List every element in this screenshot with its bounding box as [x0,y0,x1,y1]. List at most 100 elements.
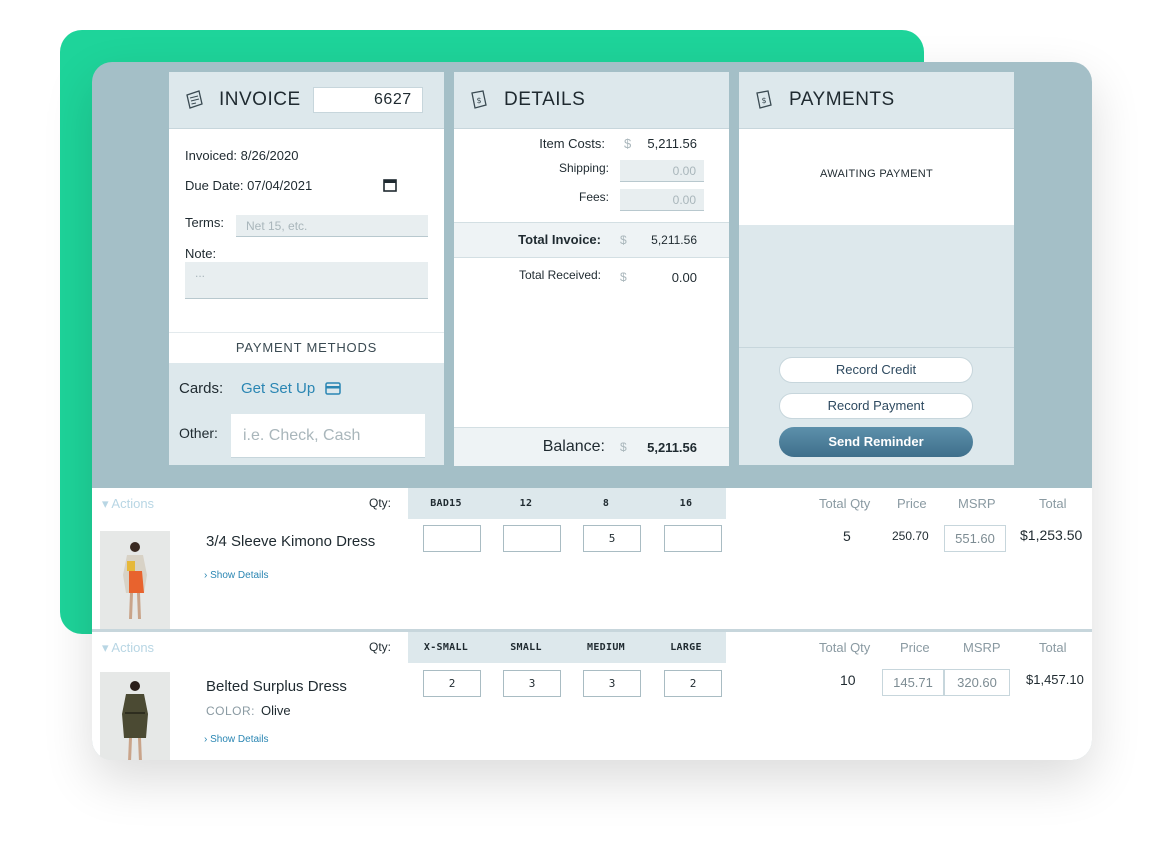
total-header: Total [1039,640,1067,655]
other-label: Other: [179,425,218,441]
get-set-up-link[interactable]: Get Set Up [241,380,315,397]
qty-input[interactable]: 3 [503,670,561,697]
record-credit-button[interactable]: Record Credit [779,357,973,383]
show-details-link[interactable]: › Show Details [204,734,268,745]
total-qty-header: Total Qty [819,496,871,511]
payments-panel: $ PAYMENTS AWAITING PAYMENT Record Credi… [739,72,1014,465]
item-costs-currency: $ [624,136,632,151]
calendar-icon[interactable] [383,178,397,192]
msrp-input[interactable]: 320.60 [944,669,1010,696]
qty-input[interactable] [423,525,481,552]
payments-divider [739,347,1014,348]
record-payment-button[interactable]: Record Payment [779,393,973,419]
invoice-number-field[interactable]: 6627 [312,87,423,113]
product-thumbnail[interactable] [100,531,170,629]
size-label: LARGE [670,642,702,653]
qty-input[interactable]: 2 [664,670,722,697]
actions-label: Actions [111,496,155,511]
total-received-label: Total Received: [518,268,601,282]
product-row-header: ▾ Actions Qty: BAD15 12 8 16 Total Qty P… [92,488,1092,519]
product-row: ▾ Actions Qty: X-SMALL SMALL MEDIUM LARG… [92,632,1092,760]
size-header-band: BAD15 12 8 16 [408,488,726,519]
total-invoice-currency: $ [620,233,627,247]
credit-card-icon[interactable] [325,382,341,395]
dollar-tag-icon: $ [471,90,487,109]
show-details-label: Show Details [210,734,269,745]
actions-label: Actions [111,640,155,655]
size-label: MEDIUM [587,642,625,653]
details-header: $ DETAILS [454,72,729,129]
balance-value: 5,211.56 [647,440,697,455]
total-header: Total [1039,496,1067,511]
note-textarea[interactable]: ... [185,262,428,299]
product-thumbnail[interactable] [100,672,170,760]
product-row: ▾ Actions Qty: BAD15 12 8 16 Total Qty P… [92,488,1092,629]
price-input[interactable]: 145.71 [882,669,944,696]
invoice-panel: INVOICE 6627 Invoiced: 8/26/2020 Due Dat… [169,72,444,465]
qty-input[interactable] [503,525,561,552]
total-invoice-value: 5,211.56 [651,233,697,247]
invoiced-date: Invoiced: 8/26/2020 [185,148,299,163]
msrp-header: MSRP [958,496,996,511]
total-invoice-band: Total Invoice: $ 5,211.56 [454,222,729,258]
price-header: Price [900,640,930,655]
send-reminder-button[interactable]: Send Reminder [779,427,973,457]
product-name: 3/4 Sleeve Kimono Dress [206,533,376,550]
total-received-currency: $ [620,270,627,284]
details-title: DETAILS [504,89,586,110]
note-label: Note: [185,246,217,261]
invoice-window: INVOICE 6627 Invoiced: 8/26/2020 Due Dat… [92,62,1092,760]
row-total-value: $1,457.10 [1026,672,1084,687]
total-qty-header: Total Qty [819,640,871,655]
due-date-field[interactable]: Due Date: 07/04/2021 [185,178,312,193]
color-label: COLOR: [206,704,256,718]
actions-menu[interactable]: ▾ Actions [102,488,154,519]
invoice-header: INVOICE 6627 [169,72,444,129]
qty-input[interactable] [664,525,722,552]
dress-image [100,672,170,760]
svg-text:$: $ [762,96,768,105]
item-costs-label: Item Costs: [539,136,605,151]
payment-status-area: AWAITING PAYMENT [739,129,1014,225]
shipping-input[interactable]: 0.00 [620,160,704,182]
balance-label: Balance: [542,438,605,455]
terms-input[interactable]: Net 15, etc. [236,215,428,237]
awaiting-payment-status: AWAITING PAYMENT [820,168,933,180]
payments-title: PAYMENTS [789,89,895,110]
price-header: Price [897,496,927,511]
size-label: X-SMALL [423,642,469,653]
balance-band: Balance: $ 5,211.56 [454,427,729,466]
product-name: Belted Surplus Dress [206,678,347,695]
dress-image [100,531,170,629]
show-details-link[interactable]: › Show Details [204,570,268,581]
total-invoice-label: Total Invoice: [518,232,601,247]
invoice-icon [186,90,203,109]
size-label: SMALL [510,642,542,653]
total-qty-value: 5 [843,528,851,544]
cards-label: Cards: [179,380,224,397]
row-total-value: $1,253.50 [1020,527,1083,543]
product-row-header: ▾ Actions Qty: X-SMALL SMALL MEDIUM LARG… [92,632,1092,663]
msrp-input[interactable]: 551.60 [944,525,1006,552]
item-costs-value: 5,211.56 [647,136,697,151]
size-header-band: X-SMALL SMALL MEDIUM LARGE [408,632,726,663]
qty-input[interactable]: 3 [583,670,641,697]
shipping-label: Shipping: [558,161,609,175]
fees-label: Fees: [578,190,609,204]
qty-input[interactable]: 5 [583,525,641,552]
invoice-title: INVOICE [219,89,301,110]
size-label: 12 [519,498,533,509]
size-label: BAD15 [430,498,462,509]
fees-input[interactable]: 0.00 [620,189,704,211]
qty-input[interactable]: 2 [423,670,481,697]
qty-label: Qty: [369,496,392,510]
size-label: 8 [602,498,610,509]
chevron-right-icon: › [204,734,208,745]
svg-text:$: $ [477,96,483,105]
details-panel: $ DETAILS Item Costs: $ 5,211.56 Shippin… [454,72,729,466]
qty-label: Qty: [369,640,392,654]
payment-tag-icon: $ [756,90,772,109]
other-payment-input[interactable]: i.e. Check, Cash [231,414,425,458]
size-label: 16 [679,498,693,509]
actions-menu[interactable]: ▾ Actions [102,632,154,663]
